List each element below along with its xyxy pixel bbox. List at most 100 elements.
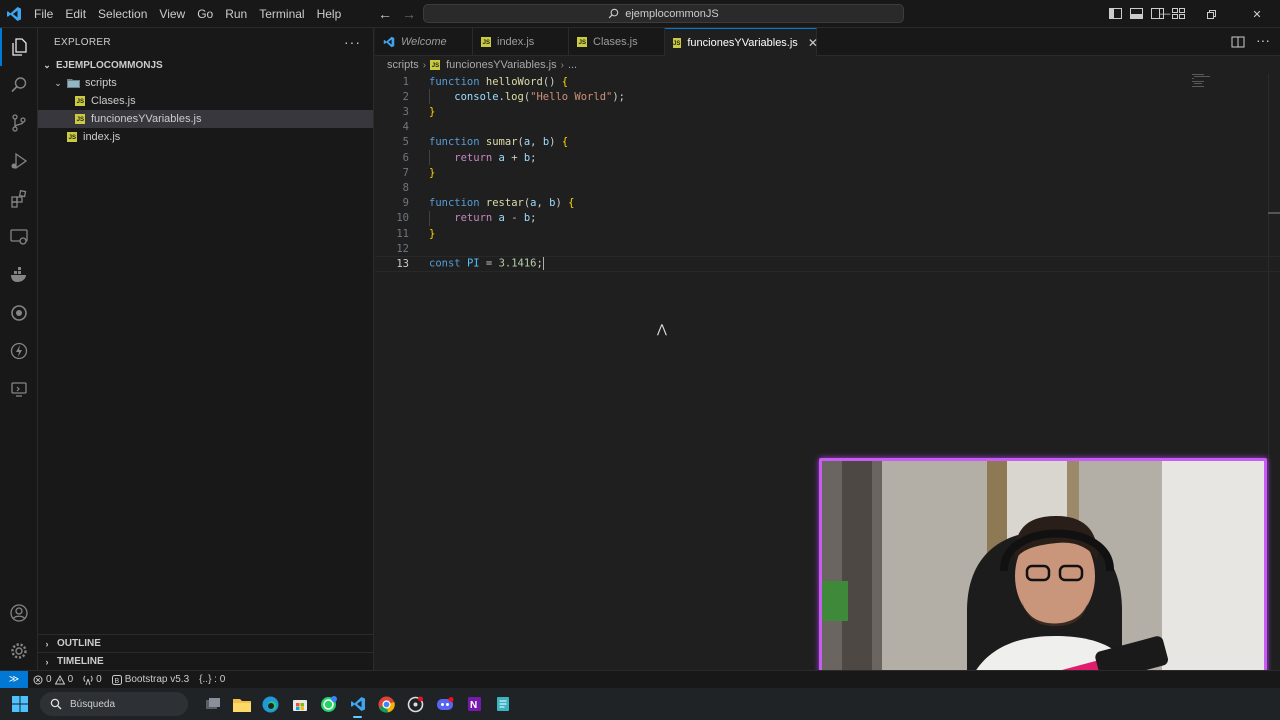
- gitlens-icon[interactable]: [0, 294, 38, 332]
- ports-indicator[interactable]: 0: [78, 674, 107, 685]
- search-icon[interactable]: [0, 66, 38, 104]
- notepad-icon[interactable]: [488, 688, 517, 720]
- more-actions-icon[interactable]: ···: [344, 34, 361, 50]
- settings-gear-icon[interactable]: [0, 632, 38, 670]
- code-token: ;: [530, 212, 537, 225]
- code-line[interactable]: 6 return a + b;: [375, 150, 1280, 165]
- radio-tower-icon: [83, 675, 93, 685]
- command-center-search[interactable]: ejemplocommonJS: [423, 4, 904, 23]
- task-view-icon[interactable]: [198, 688, 227, 720]
- remote-explorer-icon[interactable]: [0, 218, 38, 256]
- edge-browser-icon[interactable]: [256, 688, 285, 720]
- menu-file[interactable]: File: [28, 0, 59, 28]
- minimize-icon[interactable]: —: [1142, 0, 1188, 28]
- toggle-primary-sidebar-icon[interactable]: [1108, 4, 1123, 22]
- folder-icon: [67, 79, 80, 88]
- selection-label: {..} : 0: [199, 674, 226, 685]
- accounts-icon[interactable]: [0, 594, 38, 632]
- code-line[interactable]: 10 return a - b;: [375, 211, 1280, 226]
- code-token: -: [504, 212, 524, 225]
- chevron-right-icon: ›: [422, 59, 427, 71]
- vscode-taskbar-icon[interactable]: [343, 688, 372, 720]
- outline-section[interactable]: › OUTLINE: [38, 634, 374, 652]
- back-arrow-icon[interactable]: ←: [377, 4, 393, 24]
- timeline-section[interactable]: › TIMELINE: [38, 652, 374, 670]
- taskbar-search[interactable]: Búsqueda: [40, 692, 188, 716]
- menu-help[interactable]: Help: [311, 0, 348, 28]
- tab-index-js[interactable]: JS index.js: [473, 28, 569, 56]
- status-bar: ≫ 0 0 0 B Bootstrap v5.3 {..} : 0: [0, 670, 1280, 689]
- problems-indicator[interactable]: 0 0: [28, 674, 78, 685]
- explorer-icon[interactable]: [0, 28, 38, 66]
- code-line[interactable]: 4: [375, 120, 1280, 135]
- bootstrap-version-indicator[interactable]: B Bootstrap v5.3: [107, 674, 194, 685]
- code-line[interactable]: 3}: [375, 104, 1280, 119]
- whatsapp-icon[interactable]: [314, 688, 343, 720]
- code-line[interactable]: 1 function helloWord() {: [375, 74, 1280, 89]
- chevron-down-icon: ⌄: [54, 77, 62, 88]
- remote-window-icon[interactable]: [0, 370, 38, 408]
- code-token: ;: [530, 151, 537, 164]
- tab-label: Welcome: [401, 36, 447, 48]
- split-editor-icon[interactable]: [1230, 34, 1246, 50]
- code-line[interactable]: 8: [375, 180, 1280, 195]
- tab-clases-js[interactable]: JS Clases.js: [569, 28, 665, 56]
- js-file-icon: JS: [67, 132, 77, 142]
- git-app-icon[interactable]: [401, 688, 430, 720]
- workspace-root-folder[interactable]: ⌄ EJEMPLOCOMMONJS: [38, 56, 373, 74]
- breadcrumb-folder[interactable]: scripts: [387, 59, 419, 71]
- code-token: );: [612, 90, 625, 103]
- menu-selection[interactable]: Selection: [92, 0, 153, 28]
- code-line[interactable]: 13 const PI = 3.1416;: [375, 256, 1280, 272]
- run-debug-icon[interactable]: [0, 142, 38, 180]
- docker-icon[interactable]: [0, 256, 38, 294]
- code-token: helloWord: [485, 75, 543, 88]
- extensions-icon[interactable]: [0, 180, 38, 218]
- file-clases-js[interactable]: JS Clases.js: [38, 92, 373, 110]
- code-line[interactable]: 2 console.log("Hello World");: [375, 89, 1280, 104]
- breadcrumb-file[interactable]: funcionesYVariables.js: [446, 59, 556, 71]
- search-icon: [50, 698, 62, 710]
- tab-funcionesyvariables-js[interactable]: JS funcionesYVariables.js ✕: [665, 28, 818, 56]
- microsoft-store-icon[interactable]: [285, 688, 314, 720]
- tab-welcome[interactable]: Welcome: [375, 28, 473, 56]
- thunder-client-icon[interactable]: [0, 332, 38, 370]
- line-number: 8: [402, 181, 409, 194]
- source-control-icon[interactable]: [0, 104, 38, 142]
- file-label: index.js: [83, 131, 121, 143]
- folder-scripts[interactable]: ⌄ scripts: [38, 74, 373, 92]
- file-funcionesyvariables-js[interactable]: JS funcionesYVariables.js: [38, 110, 373, 128]
- selection-indicator[interactable]: {..} : 0: [194, 674, 230, 685]
- error-count: 0: [46, 674, 52, 685]
- code-line[interactable]: 12: [375, 241, 1280, 256]
- chrome-icon[interactable]: [372, 688, 401, 720]
- forward-arrow-icon[interactable]: →: [401, 4, 417, 24]
- menu-view[interactable]: View: [153, 0, 191, 28]
- chevron-down-icon: ⌄: [43, 59, 51, 70]
- text-cursor-ibeam-icon: ⋀: [657, 322, 667, 336]
- tab-label: funcionesYVariables.js: [687, 36, 798, 49]
- more-actions-icon[interactable]: ···: [1256, 32, 1270, 48]
- code-line[interactable]: 11}: [375, 226, 1280, 241]
- file-explorer-icon[interactable]: [227, 688, 256, 720]
- close-window-icon[interactable]: ✕: [1234, 0, 1280, 28]
- close-tab-icon[interactable]: ✕: [808, 36, 818, 50]
- menu-run[interactable]: Run: [219, 0, 253, 28]
- menu-edit[interactable]: Edit: [59, 0, 92, 28]
- remote-indicator-icon[interactable]: ≫: [0, 670, 28, 689]
- onenote-icon[interactable]: N: [459, 688, 488, 720]
- windows-start-icon[interactable]: [0, 688, 40, 720]
- code-token: log: [504, 90, 524, 103]
- code-line[interactable]: 7}: [375, 165, 1280, 180]
- code-line[interactable]: 9 function restar(a, b) {: [375, 196, 1280, 211]
- menu-terminal[interactable]: Terminal: [253, 0, 310, 28]
- menu-go[interactable]: Go: [191, 0, 219, 28]
- code-line[interactable]: 5 function sumar(a, b) {: [375, 135, 1280, 150]
- line-number: 4: [402, 121, 409, 134]
- code-token: }: [429, 166, 436, 179]
- file-index-js[interactable]: JS index.js: [38, 128, 373, 146]
- restore-icon[interactable]: [1188, 0, 1234, 28]
- breadcrumb-symbols[interactable]: ...: [568, 59, 577, 71]
- discord-icon[interactable]: [430, 688, 459, 720]
- breadcrumb: scripts › JS funcionesYVariables.js › ..…: [375, 56, 577, 74]
